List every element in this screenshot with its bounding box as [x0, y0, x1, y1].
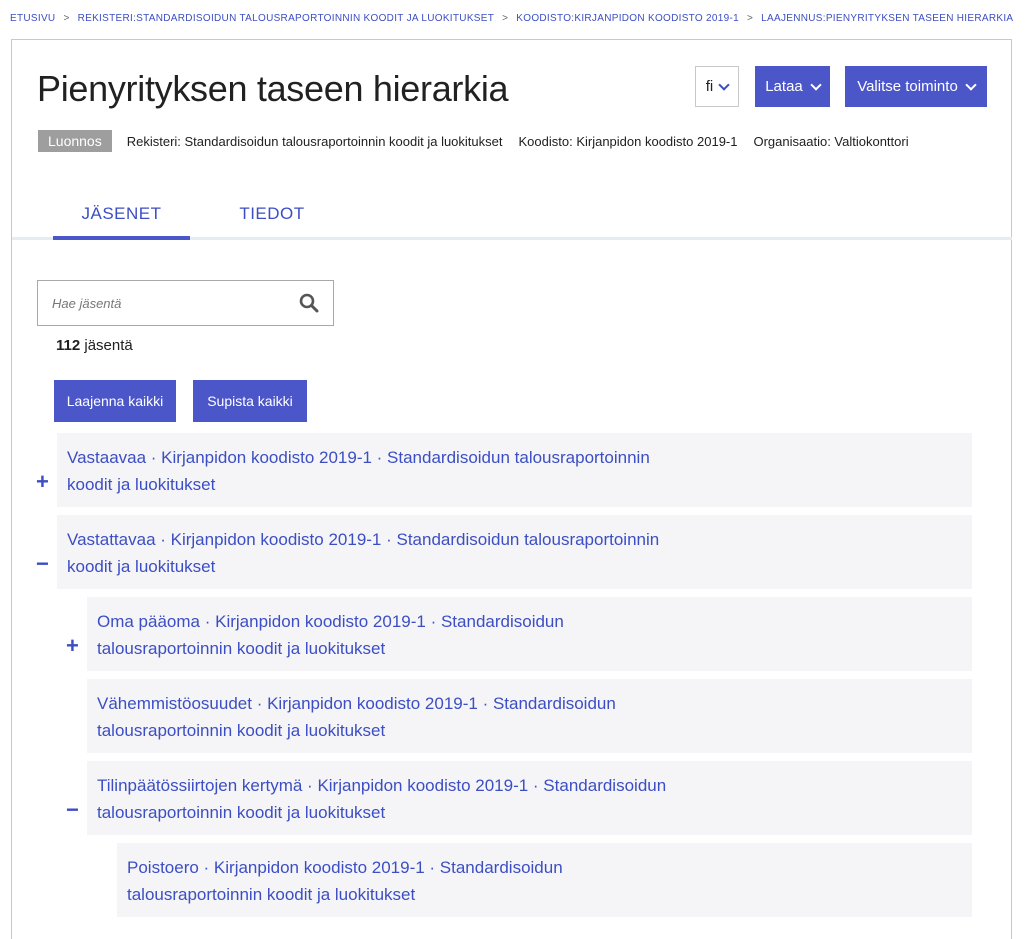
tree-node-line: Tilinpäätössiirtojen kertymä · Kirjanpid… [97, 776, 667, 795]
search-icon[interactable] [299, 293, 319, 313]
active-tab-indicator [53, 236, 190, 240]
tree-node[interactable]: Oma pääoma · Kirjanpidon koodisto 2019-1… [87, 597, 972, 671]
tree-node[interactable]: Vähemmistöosuudet · Kirjanpidon koodisto… [87, 679, 972, 753]
collapse-all-button[interactable]: Supista kaikki [193, 380, 307, 422]
member-count: 112 jäsentä [56, 337, 133, 354]
page-title: Pienyrityksen taseen hierarkia [37, 68, 509, 109]
tree-node-line: koodit ja luokitukset [67, 475, 216, 494]
tree-node-line: talousraportoinnin koodit ja luokitukset [97, 803, 386, 822]
tree-node-line: Vähemmistöosuudet · Kirjanpidon koodisto… [97, 694, 616, 713]
search-input[interactable] [52, 295, 299, 311]
breadcrumb-separator: > [63, 13, 70, 24]
tree-node[interactable]: Vastattavaa · Kirjanpidon koodisto 2019-… [57, 515, 972, 589]
organization-info: Organisaatio: Valtiokonttori [753, 133, 909, 149]
select-action-label: Valitse toiminto [857, 78, 958, 95]
content-panel: Pienyrityksen taseen hierarkia fi Lataa … [11, 39, 1012, 939]
select-action-button[interactable]: Valitse toiminto [845, 66, 987, 107]
tree-node[interactable]: Vastaavaa · Kirjanpidon koodisto 2019-1 … [57, 433, 972, 507]
expand-all-button[interactable]: Laajenna kaikki [54, 380, 176, 422]
chevron-down-icon [810, 78, 822, 91]
chevron-down-icon [965, 78, 977, 91]
language-select[interactable]: fi [695, 66, 739, 107]
tree-node-line: Oma pääoma · Kirjanpidon koodisto 2019-1… [97, 612, 564, 631]
codelist-info: Koodisto: Kirjanpidon koodisto 2019-1 [518, 133, 738, 149]
breadcrumb-extension[interactable]: LAAJENNUS:PIENYRITYKSEN TASEEN HIERARKIA [761, 13, 1013, 24]
tree-node-line: Poistoero · Kirjanpidon koodisto 2019-1 … [127, 858, 563, 877]
tree-node-line: Vastattavaa · Kirjanpidon koodisto 2019-… [67, 530, 660, 549]
breadcrumb-registry[interactable]: REKISTERI:STANDARDISOIDUN TALOUSRAPORTOI… [78, 13, 495, 24]
registry-info: Rekisteri: Standardisoidun talousraporto… [126, 133, 503, 149]
tree-node-line: talousraportoinnin koodit ja luokitukset [97, 639, 386, 658]
download-button-label: Lataa [765, 78, 803, 95]
chevron-down-icon [718, 78, 730, 91]
breadcrumb-separator: > [747, 13, 754, 24]
breadcrumb-codelist[interactable]: KOODISTO:KIRJANPIDON KOODISTO 2019-1 [516, 13, 739, 24]
tree-node-line: talousraportoinnin koodit ja luokitukset [97, 721, 386, 740]
tree-node-line: koodit ja luokitukset [67, 557, 216, 576]
expand-icon[interactable]: + [66, 633, 79, 659]
tree-node[interactable]: Poistoero · Kirjanpidon koodisto 2019-1 … [117, 843, 972, 917]
tree-node-line: Vastaavaa · Kirjanpidon koodisto 2019-1 … [67, 448, 650, 467]
language-value: fi [705, 78, 714, 95]
tree-node[interactable]: Tilinpäätössiirtojen kertymä · Kirjanpid… [87, 761, 972, 835]
breadcrumb-separator: > [502, 13, 509, 24]
tab-members[interactable]: JÄSENET [53, 204, 190, 224]
tree-node-line: talousraportoinnin koodit ja luokitukset [127, 885, 416, 904]
collapse-icon[interactable]: − [36, 551, 49, 577]
member-count-label: jäsentä [84, 337, 133, 354]
collapse-icon[interactable]: − [66, 797, 79, 823]
breadcrumb-home[interactable]: ETUSIVU [10, 13, 55, 24]
tab-details[interactable]: TIEDOT [212, 204, 332, 224]
member-search [37, 280, 334, 326]
meta-row: Luonnos Rekisteri: Standardisoidun talou… [38, 130, 925, 152]
tab-bar: JÄSENET TIEDOT [12, 188, 1012, 240]
status-badge: Luonnos [38, 130, 112, 152]
member-count-number: 112 [56, 337, 81, 354]
breadcrumb: ETUSIVU > REKISTERI:STANDARDISOIDUN TALOUS… [10, 13, 1013, 24]
download-button[interactable]: Lataa [755, 66, 830, 107]
expand-icon[interactable]: + [36, 469, 49, 495]
